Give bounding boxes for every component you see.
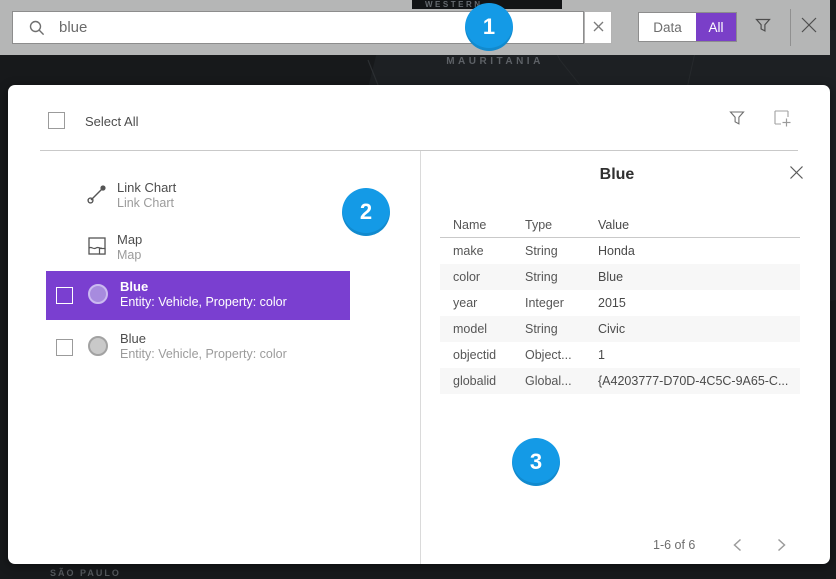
select-all-checkbox[interactable] xyxy=(48,112,65,129)
result-text: Blue Entity: Vehicle, Property: color xyxy=(120,331,287,362)
result-item-map[interactable]: Map Map xyxy=(86,232,386,272)
result-item-blue[interactable]: Blue Entity: Vehicle, Property: color xyxy=(46,323,350,372)
cell-name: make xyxy=(440,244,512,258)
chevron-right-icon xyxy=(777,538,786,552)
table-row: color String Blue xyxy=(440,264,800,290)
entity-circle-icon xyxy=(88,284,108,304)
clear-search-button[interactable] xyxy=(584,11,612,44)
cell-type: String xyxy=(512,244,585,258)
add-to-selection-button[interactable] xyxy=(770,108,794,132)
column-header-value: Value xyxy=(585,218,800,232)
cell-name: color xyxy=(440,270,512,284)
cell-value: Honda xyxy=(585,244,800,258)
details-close-button[interactable] xyxy=(786,165,806,185)
search-results-panel: Select All Link Chart Link Chart xyxy=(8,85,830,564)
segment-all[interactable]: All xyxy=(696,13,736,41)
result-text: Map Map xyxy=(117,232,142,263)
funnel-icon xyxy=(727,108,747,133)
results-filter-button[interactable] xyxy=(725,108,749,132)
result-checkbox[interactable] xyxy=(56,339,73,356)
search-value: blue xyxy=(59,19,87,36)
result-title: Blue xyxy=(120,279,287,295)
search-icon xyxy=(29,20,45,36)
result-text: Link Chart Link Chart xyxy=(117,180,176,211)
properties-table: Name Type Value make String Honda color … xyxy=(440,212,800,394)
close-icon xyxy=(800,16,818,39)
table-row: year Integer 2015 xyxy=(440,290,800,316)
cell-value: 1 xyxy=(585,348,800,362)
column-header-type: Type xyxy=(512,218,585,232)
screen: MAURITANIA SÃO PAULO WESTERN blue Data A… xyxy=(0,0,836,579)
clear-icon xyxy=(593,19,604,37)
result-subtitle: Entity: Vehicle, Property: color xyxy=(120,295,287,310)
result-subtitle: Map xyxy=(117,248,142,263)
link-chart-icon xyxy=(86,183,108,210)
cell-name: model xyxy=(440,322,512,336)
table-row: model String Civic xyxy=(440,316,800,342)
table-header-row: Name Type Value xyxy=(440,212,800,238)
filter-funnel-icon xyxy=(753,15,773,40)
map-label-bottom: SÃO PAULO xyxy=(50,568,121,578)
details-title: Blue xyxy=(428,166,806,184)
result-item-blue-selected[interactable]: Blue Entity: Vehicle, Property: color xyxy=(46,271,350,320)
cell-name: year xyxy=(440,296,512,310)
result-text: Blue Entity: Vehicle, Property: color xyxy=(120,279,287,310)
result-checkbox[interactable] xyxy=(56,287,73,304)
result-title: Link Chart xyxy=(117,180,176,196)
toolbar-divider xyxy=(790,9,791,46)
cell-value: Blue xyxy=(585,270,800,284)
result-title: Blue xyxy=(120,331,287,347)
result-title: Map xyxy=(117,232,142,248)
add-selection-icon xyxy=(771,107,793,134)
close-icon xyxy=(789,165,804,185)
callout-badge-1: 1 xyxy=(465,3,513,51)
column-header-name: Name xyxy=(440,218,512,232)
pagination-next-button[interactable] xyxy=(771,535,791,555)
cell-type: Global... xyxy=(512,374,585,388)
close-search-button[interactable] xyxy=(796,14,822,40)
pagination-prev-button[interactable] xyxy=(727,535,747,555)
cell-name: objectid xyxy=(440,348,512,362)
select-all-label: Select All xyxy=(85,114,138,129)
cell-type: Object... xyxy=(512,348,585,362)
list-details-divider xyxy=(420,151,421,564)
cell-name: globalid xyxy=(440,374,512,388)
pagination-label: 1-6 of 6 xyxy=(653,538,695,552)
result-subtitle: Link Chart xyxy=(117,196,176,211)
entity-circle-icon xyxy=(88,336,108,356)
pagination: 1-6 of 6 xyxy=(653,535,791,555)
table-row: make String Honda xyxy=(440,238,800,264)
table-row: globalid Global... {A4203777-D70D-4C5C-9… xyxy=(440,368,800,394)
cell-value: Civic xyxy=(585,322,800,336)
data-all-toggle: Data All xyxy=(638,12,737,42)
callout-badge-2: 2 xyxy=(342,188,390,236)
filter-button[interactable] xyxy=(750,14,776,40)
cell-value: 2015 xyxy=(585,296,800,310)
result-item-link-chart[interactable]: Link Chart Link Chart xyxy=(86,180,386,220)
segment-data[interactable]: Data xyxy=(639,13,696,41)
cell-type: String xyxy=(512,322,585,336)
chevron-left-icon xyxy=(733,538,742,552)
table-row: objectid Object... 1 xyxy=(440,342,800,368)
header-divider xyxy=(40,150,798,151)
map-label-mauritania: MAURITANIA xyxy=(430,56,560,67)
result-subtitle: Entity: Vehicle, Property: color xyxy=(120,347,287,362)
cell-type: Integer xyxy=(512,296,585,310)
callout-badge-3: 3 xyxy=(512,438,560,486)
cell-value: {A4203777-D70D-4C5C-9A65-C... xyxy=(585,374,800,388)
cell-type: String xyxy=(512,270,585,284)
map-icon xyxy=(86,235,108,262)
